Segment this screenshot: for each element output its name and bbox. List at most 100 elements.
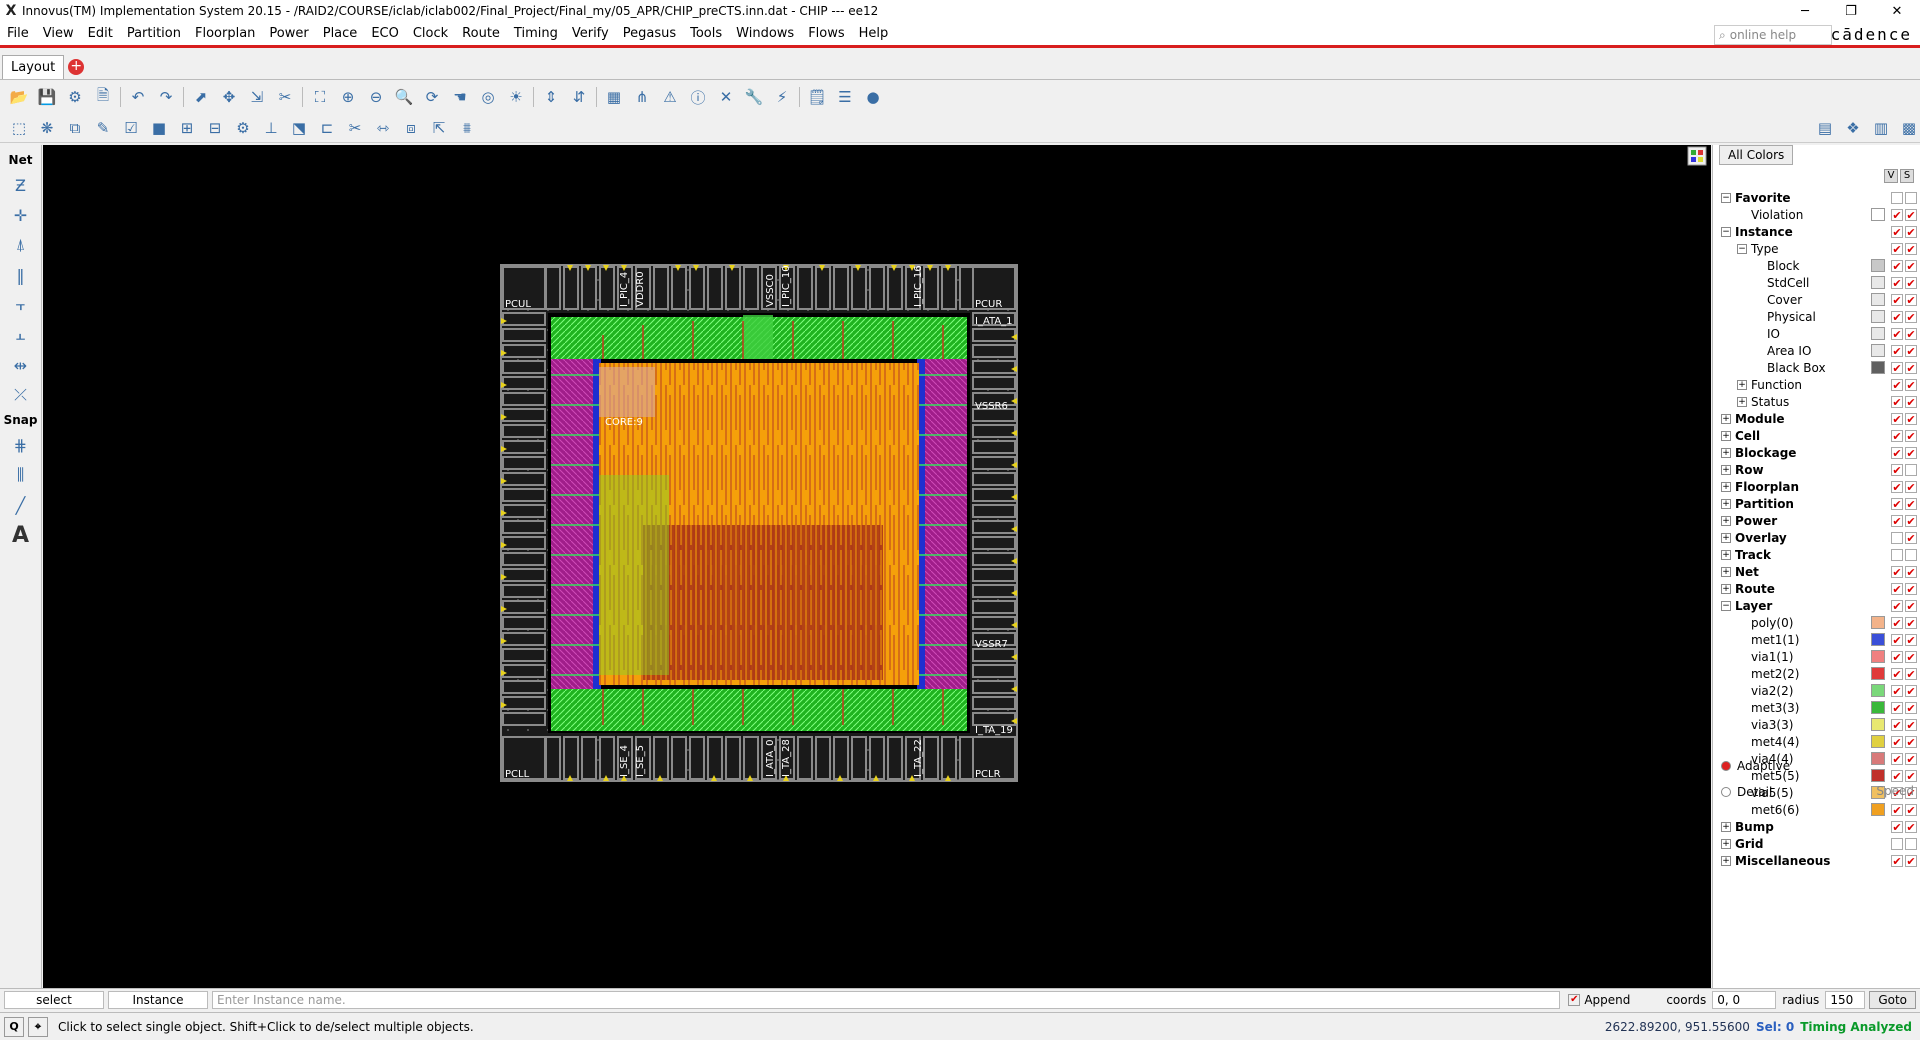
selectable-checkbox[interactable]: ✔ [1905, 242, 1917, 255]
wrench-icon[interactable]: 🔧 [743, 86, 765, 108]
menu-flows[interactable]: Flows [801, 26, 851, 41]
goto-button[interactable]: Goto [1869, 990, 1916, 1009]
visible-checkbox[interactable]: ✔ [1891, 684, 1903, 697]
visible-checkbox[interactable]: ✔ [1891, 344, 1903, 357]
add-tab-icon[interactable]: + [68, 59, 85, 75]
crosshair-icon[interactable]: ✛ [8, 203, 34, 227]
cut-icon[interactable]: ✂ [274, 86, 296, 108]
move-icon[interactable]: ✥ [218, 86, 240, 108]
selectable-checkbox[interactable]: ✔ [1905, 769, 1917, 782]
gear-cell-icon[interactable]: ⚙ [232, 117, 254, 139]
selectable-checkbox[interactable]: ✔ [1905, 514, 1917, 527]
selectable-checkbox[interactable]: ✔ [1905, 497, 1917, 510]
selectable-checkbox[interactable]: ✔ [1905, 582, 1917, 595]
visible-checkbox[interactable]: ✔ [1891, 582, 1903, 595]
tree-row-physical[interactable]: Physical ✔ ✔ [1721, 308, 1917, 325]
tree-row-track[interactable]: + Track [1721, 546, 1917, 563]
menu-floorplan[interactable]: Floorplan [188, 26, 262, 41]
detail-radio[interactable] [1721, 787, 1731, 797]
all-colors-button[interactable]: All Colors [1719, 145, 1794, 165]
adaptive-option[interactable]: Adaptive [1721, 759, 1790, 773]
tree-row-route[interactable]: + Route ✔ ✔ [1721, 580, 1917, 597]
pin-edit-icon[interactable]: ⇱ [428, 117, 450, 139]
selectable-checkbox[interactable]: ✔ [1905, 565, 1917, 578]
tree-row-poly-0[interactable]: poly(0) ✔ ✔ [1721, 614, 1917, 631]
selectable-checkbox[interactable]: ✔ [1905, 752, 1917, 765]
hierarchy-icon[interactable]: ⇵ [568, 86, 590, 108]
undo-icon[interactable]: ↶ [127, 86, 149, 108]
report-icon[interactable]: 🗒 [806, 86, 828, 108]
visible-toggle[interactable]: V [1884, 169, 1898, 183]
gear-icon[interactable]: ⚙ [64, 86, 86, 108]
selectable-checkbox[interactable]: ✔ [1905, 599, 1917, 612]
zoom-in-icon[interactable]: ⊕ [337, 86, 359, 108]
circle-icon[interactable]: ◎ [477, 86, 499, 108]
selectable-checkbox[interactable]: ✔ [1905, 480, 1917, 493]
color-swatch[interactable] [1871, 650, 1885, 663]
selectable-checkbox[interactable]: ✔ [1905, 429, 1917, 442]
expand-toggle-icon[interactable]: − [1721, 600, 1731, 611]
redo-icon[interactable]: ↷ [155, 86, 177, 108]
delete-wire-icon[interactable]: ⤫ [8, 383, 34, 407]
tree-row-bump[interactable]: + Bump ✔ ✔ [1721, 818, 1917, 835]
tree-row-function[interactable]: + Function ✔ ✔ [1721, 376, 1917, 393]
color-swatch[interactable] [1871, 327, 1885, 340]
tree-row-net[interactable]: + Net ✔ ✔ [1721, 563, 1917, 580]
tree-row-partition[interactable]: + Partition ✔ ✔ [1721, 495, 1917, 512]
visible-checkbox[interactable]: ✔ [1891, 820, 1903, 833]
selectable-checkbox[interactable] [1905, 837, 1917, 850]
expand-toggle-icon[interactable]: + [1721, 413, 1731, 424]
zoom-out-icon[interactable]: ⊖ [365, 86, 387, 108]
visible-checkbox[interactable]: ✔ [1891, 667, 1903, 680]
menu-tools[interactable]: Tools [683, 26, 729, 41]
probe-icon[interactable]: ⍋ [8, 233, 34, 257]
visible-checkbox[interactable]: ✔ [1891, 225, 1903, 238]
netlist-icon[interactable]: ⋔ [631, 86, 653, 108]
toggle-panel-icon[interactable]: ▥ [1870, 117, 1892, 139]
expand-toggle-icon[interactable]: + [1721, 549, 1731, 560]
open-icon[interactable]: 📂 [8, 86, 30, 108]
selectable-toggle[interactable]: S [1900, 169, 1914, 183]
highlight-icon[interactable]: ☀ [505, 86, 527, 108]
visible-checkbox[interactable]: ✔ [1891, 463, 1903, 476]
selectable-checkbox[interactable]: ✔ [1905, 854, 1917, 867]
visible-checkbox[interactable]: ✔ [1891, 361, 1903, 374]
selectable-checkbox[interactable]: ✔ [1905, 446, 1917, 459]
menu-view[interactable]: View [36, 26, 81, 41]
online-help-search[interactable]: ⌕ online help [1714, 25, 1832, 45]
net-label[interactable]: Net [9, 153, 33, 167]
tree-row-block[interactable]: Block ✔ ✔ [1721, 257, 1917, 274]
tree-row-cover[interactable]: Cover ✔ ✔ [1721, 291, 1917, 308]
coords-input[interactable]: 0, 0 [1712, 990, 1777, 1009]
route-icon[interactable]: ⩩ [456, 117, 478, 139]
close-button[interactable]: ✕ [1874, 4, 1920, 19]
selectable-checkbox[interactable]: ✔ [1905, 667, 1917, 680]
checklist-icon[interactable]: ☰ [834, 86, 856, 108]
cluster-icon[interactable]: ❖ [1842, 117, 1864, 139]
expand-toggle-icon[interactable]: + [1721, 838, 1731, 849]
maximize-button[interactable]: ❐ [1828, 4, 1874, 19]
menu-verify[interactable]: Verify [565, 26, 616, 41]
radius-input[interactable]: 150 [1825, 990, 1866, 1009]
selectable-checkbox[interactable]: ✔ [1905, 684, 1917, 697]
refresh-icon[interactable]: ⟳ [421, 86, 443, 108]
selectable-checkbox[interactable]: ✔ [1905, 361, 1917, 374]
selectable-checkbox[interactable]: ✔ [1905, 344, 1917, 357]
selectable-checkbox[interactable] [1905, 191, 1917, 204]
color-swatch[interactable] [1871, 684, 1885, 697]
selectable-checkbox[interactable]: ✔ [1905, 820, 1917, 833]
info-icon[interactable]: ⓘ [687, 86, 709, 108]
color-swatch[interactable] [1871, 208, 1885, 221]
green-block-icon[interactable]: ■ [148, 117, 170, 139]
instance-name-input[interactable]: Enter Instance name. [212, 990, 1561, 1009]
visible-checkbox[interactable] [1891, 531, 1903, 544]
selectable-checkbox[interactable]: ✔ [1905, 225, 1917, 238]
expand-toggle-icon[interactable]: + [1721, 481, 1731, 492]
tree-row-instance[interactable]: − Instance ✔ ✔ [1721, 223, 1917, 240]
expand-toggle-icon[interactable]: + [1721, 447, 1731, 458]
tree-row-status[interactable]: + Status ✔ ✔ [1721, 393, 1917, 410]
snap-grid-icon[interactable]: ⋕ [8, 433, 34, 457]
visible-checkbox[interactable]: ✔ [1891, 412, 1903, 425]
visible-checkbox[interactable]: ✔ [1891, 616, 1903, 629]
visible-checkbox[interactable]: ✔ [1891, 769, 1903, 782]
